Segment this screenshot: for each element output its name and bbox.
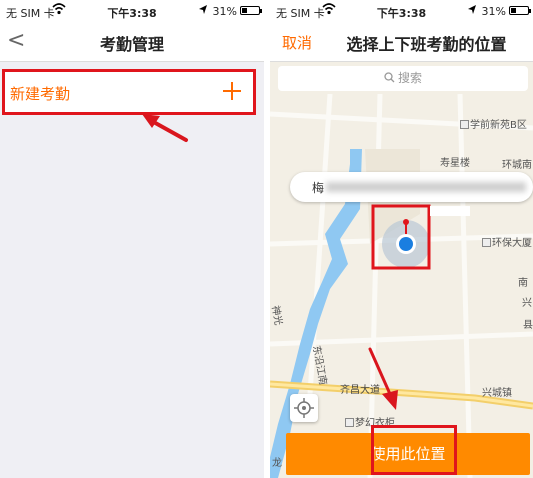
poi-icon [482, 238, 491, 247]
locate-icon [294, 398, 314, 418]
map-label: 寿星楼 [440, 158, 470, 169]
map-view[interactable]: 学前新苑B区 寿星楼 环城南 环保大厦 东沿江南 兴城镇 齐昌大道 梦幻衣柜 神… [270, 94, 533, 478]
address-prefix: 梅 [312, 181, 325, 195]
map-label: 龙 [272, 458, 282, 469]
page-title: 考勤管理 [99, 35, 164, 54]
map-label: 兴城镇 [482, 388, 512, 399]
battery-percent: 31% [212, 5, 237, 18]
road-label: 齐昌大道 [340, 385, 380, 396]
search-placeholder: 搜索 [397, 71, 422, 85]
attendance-management-screen: 无 SIM 卡 下午3:38 31% < 考勤管理 新建考勤 [0, 0, 264, 478]
location-arrow-icon [199, 5, 207, 14]
battery-fill [511, 8, 516, 13]
battery-fill [242, 8, 247, 13]
map-label: 学前新苑B区 [460, 116, 527, 131]
nav-bar: 取消 选择上下班考勤的位置 [270, 22, 533, 62]
search-input[interactable]: 搜索 [278, 66, 528, 91]
location-pin-icon [396, 219, 416, 254]
plus-icon[interactable] [221, 80, 243, 102]
location-arrow-icon [468, 5, 476, 14]
search-bar: 搜索 [270, 62, 533, 94]
new-attendance-label: 新建考勤 [10, 85, 71, 103]
status-bar: 无 SIM 卡 下午3:38 31% [270, 0, 533, 22]
nav-bar: < 考勤管理 [0, 22, 264, 62]
address-chip: 梅 [290, 172, 533, 202]
cancel-button[interactable]: 取消 [282, 32, 312, 53]
map-label: 南 [518, 278, 528, 289]
battery-icon [509, 6, 531, 15]
map-label: 环城南 [502, 160, 532, 171]
map-label: 县 [523, 320, 533, 331]
location-picker-screen: 无 SIM 卡 下午3:38 31% 取消 选择上下班考勤的位置 搜索 学前新苑… [270, 0, 533, 478]
poi-icon [345, 418, 354, 427]
page-title: 选择上下班考勤的位置 [346, 35, 507, 54]
status-bar: 无 SIM 卡 下午3:38 31% [0, 0, 264, 22]
address-blurred [326, 182, 526, 192]
battery-percent: 31% [481, 5, 506, 18]
button-highlight-box [371, 425, 457, 475]
annotation-arrow [142, 114, 188, 142]
map-label: 环保大厦 [482, 234, 532, 249]
map-label: 兴 [522, 298, 532, 309]
new-attendance-row[interactable]: 新建考勤 [2, 69, 256, 115]
locate-button[interactable] [290, 394, 318, 422]
poi-icon [460, 120, 469, 129]
search-icon [384, 72, 395, 83]
battery-icon [240, 6, 262, 15]
